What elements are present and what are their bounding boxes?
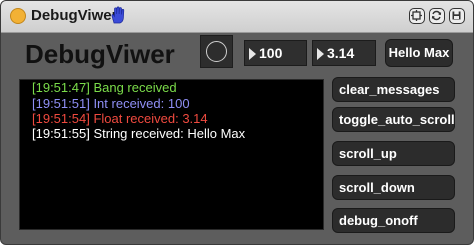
float-value: 3.14 <box>327 45 355 61</box>
float-number-box[interactable]: 3.14 <box>312 40 376 66</box>
app-title: DebugViwer <box>25 39 175 69</box>
console-line: [19:51:54] Float received: 3.14 <box>32 111 208 126</box>
console-line: [19:51:47] Bang received <box>32 80 177 95</box>
console-output[interactable]: [19:51:47] Bang received [19:51:51] Int … <box>19 79 324 230</box>
bang-button[interactable] <box>200 35 233 68</box>
scroll-up-button[interactable]: scroll_up <box>332 141 455 166</box>
debug-onoff-button[interactable]: debug_onoff <box>332 208 455 233</box>
console-line: [19:51:51] Int received: 100 <box>32 96 190 111</box>
scroll-down-button[interactable]: scroll_down <box>332 175 455 200</box>
window-status-dot[interactable] <box>10 8 26 24</box>
clear-messages-button[interactable]: clear_messages <box>332 77 455 102</box>
presentation-mode-icon[interactable] <box>409 8 425 24</box>
play-triangle-icon <box>317 48 324 60</box>
toggle-auto-scroll-button[interactable]: toggle_auto_scroll <box>332 107 455 132</box>
window-title: DebugViwer <box>31 7 118 24</box>
bang-circle-icon <box>206 41 227 62</box>
console-line: [19:51:55] String received: Hello Max <box>32 126 246 141</box>
save-icon[interactable] <box>449 8 465 24</box>
int-value: 100 <box>259 45 283 61</box>
hand-icon[interactable] <box>110 6 126 24</box>
int-number-box[interactable]: 100 <box>244 40 307 66</box>
cycle-icon[interactable] <box>429 8 445 24</box>
play-triangle-icon <box>249 48 256 60</box>
patcher-window: DebugViwer DebugViwer 100 3.14 Hello Max… <box>0 0 474 245</box>
title-bar[interactable]: DebugViwer <box>1 1 473 33</box>
hello-max-message-button[interactable]: Hello Max <box>385 39 453 67</box>
